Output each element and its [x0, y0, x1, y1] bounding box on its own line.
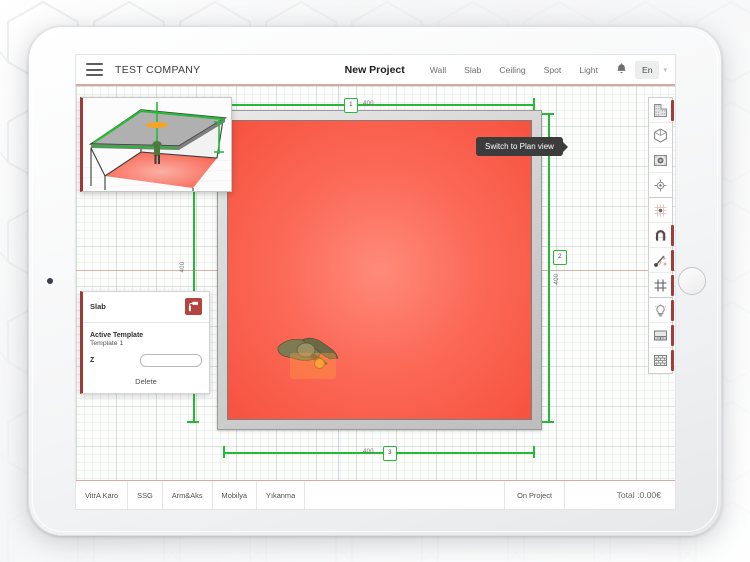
front-camera — [47, 278, 53, 284]
dimension-value-right: 400 — [554, 273, 560, 285]
active-template-value: Template 1 — [90, 340, 124, 347]
brick-wall-glyph — [654, 355, 667, 366]
dimension-cap-bottom-left — [223, 446, 225, 458]
bottom-tab-ssg[interactable]: SSG — [128, 481, 163, 509]
dimension-line-right — [548, 113, 550, 423]
nav-item-spot[interactable]: Spot — [544, 65, 562, 75]
measure-angle-glyph — [654, 255, 667, 267]
grid-lines-icon[interactable] — [649, 273, 674, 298]
bottom-bar: VitrA Karo SSG Arm&Aks Mobilya Yıkanma O… — [76, 480, 675, 509]
company-name: TEST COMPANY — [115, 63, 201, 76]
chevron-down-icon[interactable]: ▾ — [663, 66, 667, 74]
tooltip-switch-to-plan-view: Switch to Plan view — [476, 137, 568, 156]
measure-angle-icon[interactable] — [649, 248, 674, 273]
top-bar: TEST COMPANY New Project Wall Slab Ceili… — [76, 55, 675, 86]
plan-canvas[interactable]: 1 400 400 2 400 400 3 Slab Active Templa… — [76, 86, 675, 480]
slab-panel-title: Slab — [90, 302, 106, 311]
texture-swatch-icon[interactable] — [649, 148, 672, 173]
dimension-cap-bottom-right — [533, 446, 535, 458]
bottom-tab-mobilya[interactable]: Mobilya — [213, 481, 258, 509]
room-walls[interactable] — [217, 110, 542, 430]
magnet-snap-icon[interactable] — [649, 223, 674, 248]
on-project-button[interactable]: On Project — [505, 481, 565, 509]
page-title: New Project — [344, 63, 405, 76]
hamburger-icon[interactable] — [86, 63, 103, 76]
3d-cube-icon[interactable] — [649, 123, 672, 148]
app-screen: TEST COMPANY New Project Wall Slab Ceili… — [75, 54, 676, 510]
paint-roller-icon[interactable] — [185, 298, 202, 315]
z-input[interactable] — [140, 354, 202, 367]
z-property-row: Z — [90, 354, 202, 367]
room-shape-glyph — [654, 103, 667, 117]
furniture-icon[interactable] — [649, 323, 674, 348]
bell-glyph — [617, 62, 626, 73]
room-shape-icon[interactable] — [649, 98, 674, 123]
nav-item-wall[interactable]: Wall — [430, 65, 446, 75]
nav-item-ceiling[interactable]: Ceiling — [499, 65, 525, 75]
nav-item-slab[interactable]: Slab — [464, 65, 481, 75]
home-button[interactable] — [678, 267, 706, 295]
3d-cube-glyph — [654, 127, 667, 143]
paint-roller-glyph — [188, 301, 198, 312]
bottom-tab-yikanma[interactable]: Yıkanma — [257, 481, 306, 509]
dimension-cap-right-bottom — [542, 421, 554, 423]
dimension-line-bottom — [223, 452, 535, 454]
bottom-bar-spacer — [305, 481, 506, 509]
magnet-snap-glyph — [654, 229, 667, 241]
furniture-glyph — [654, 330, 667, 340]
slab-properties-panel[interactable]: Slab Active Template Template 1 Z Delete — [80, 291, 210, 394]
figure-selection-shadow — [290, 353, 336, 379]
dimension-badge-top[interactable]: 1 — [344, 98, 358, 113]
dimension-value-left: 400 — [180, 261, 186, 273]
slab-panel-body: Active Template Template 1 Z — [83, 323, 209, 371]
target-point-glyph — [654, 179, 667, 191]
bottom-tab-vitra-karo[interactable]: VitrA Karo — [76, 481, 129, 509]
dimension-value-bottom: 400 — [363, 449, 374, 455]
dimension-cap-top-right — [533, 98, 535, 110]
lightbulb-glyph — [654, 303, 667, 316]
total-price: Total :0.00€ — [616, 490, 661, 500]
language-selector[interactable]: En — [634, 60, 660, 79]
dimension-badge-right[interactable]: 2 — [553, 250, 567, 265]
dimension-cap-right-top — [542, 113, 554, 115]
texture-swatch-glyph — [654, 154, 667, 166]
dimension-value-top: 400 — [363, 101, 374, 107]
3d-room-glyph — [83, 98, 231, 191]
grid-lines-glyph — [654, 279, 667, 291]
tablet-device: TEST COMPANY New Project Wall Slab Ceili… — [28, 26, 722, 536]
bell-icon[interactable] — [617, 62, 626, 77]
z-label: Z — [90, 357, 95, 364]
slab-panel-header: Slab — [83, 292, 209, 323]
rotation-handle[interactable] — [314, 358, 325, 369]
target-point-icon[interactable] — [649, 173, 672, 198]
nav-item-light[interactable]: Light — [579, 65, 598, 75]
lightbulb-icon[interactable] — [649, 298, 674, 323]
grid-snap-icon[interactable] — [649, 198, 672, 223]
brick-wall-icon[interactable] — [649, 348, 674, 373]
bottom-tab-arm-aks[interactable]: Arm&Aks — [163, 481, 213, 509]
dimension-line-top — [223, 104, 535, 106]
person-figure[interactable] — [272, 331, 346, 379]
active-template-label: Active Template — [90, 332, 144, 339]
delete-button[interactable]: Delete — [83, 371, 209, 393]
dimension-badge-bottom[interactable]: 3 — [383, 446, 397, 461]
grid-snap-glyph — [654, 204, 667, 216]
3d-room-preview[interactable] — [80, 97, 232, 192]
dimension-cap-left-bottom — [187, 421, 199, 423]
tool-rail — [648, 97, 674, 374]
